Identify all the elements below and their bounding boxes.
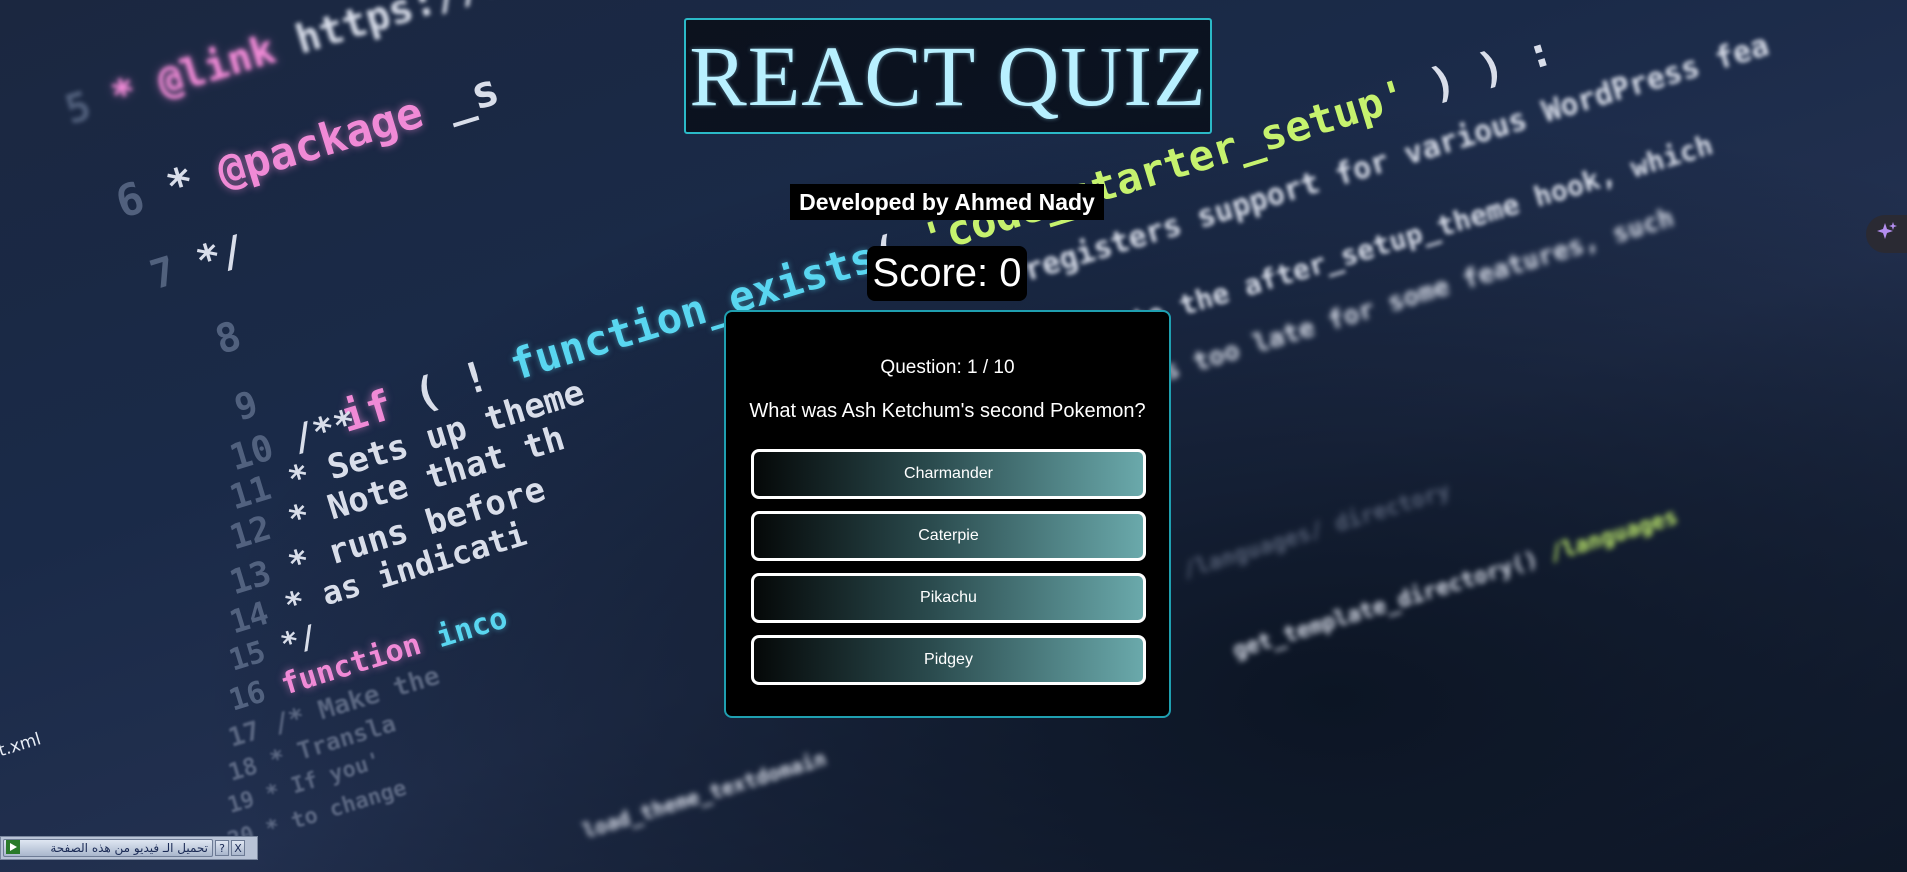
code-line: 9 (230, 383, 263, 430)
code-line: 7 */ (145, 226, 251, 299)
close-button[interactable]: X (231, 840, 245, 856)
answer-button-charmander[interactable]: Charmander (751, 449, 1146, 499)
code-line: /languages/ directory (1180, 478, 1454, 584)
score-display: Score: 0 (867, 246, 1027, 301)
ai-assistant-button[interactable] (1866, 215, 1907, 253)
answer-list: Charmander Caterpie Pikachu Pidgey (751, 449, 1146, 697)
quiz-card: Question: 1 / 10 What was Ash Ketchum's … (724, 310, 1171, 718)
page-title: REACT QUIZ (689, 28, 1207, 124)
question-counter: Question: 1 / 10 (880, 357, 1015, 378)
question-text: What was Ash Ketchum's second Pokemon? (749, 400, 1146, 422)
sparkle-icon (1875, 220, 1899, 249)
code-line: load_theme_textdomain (580, 746, 829, 843)
answer-button-pikachu[interactable]: Pikachu (751, 573, 1146, 623)
play-icon (6, 839, 20, 857)
answer-button-pidgey[interactable]: Pidgey (751, 635, 1146, 685)
answer-button-caterpie[interactable]: Caterpie (751, 511, 1146, 561)
title-banner: REACT QUIZ (684, 18, 1212, 134)
video-download-button[interactable]: تحميل الـ فيديو من هذه الصفحة (3, 839, 213, 857)
developer-credit: Developed by Ahmed Nady (790, 184, 1104, 220)
video-download-label: تحميل الـ فيديو من هذه الصفحة (50, 841, 208, 855)
help-button[interactable]: ? (215, 840, 229, 856)
video-download-toolbar: تحميل الـ فيديو من هذه الصفحة ? X (0, 836, 258, 860)
code-line: 8 (210, 312, 247, 364)
